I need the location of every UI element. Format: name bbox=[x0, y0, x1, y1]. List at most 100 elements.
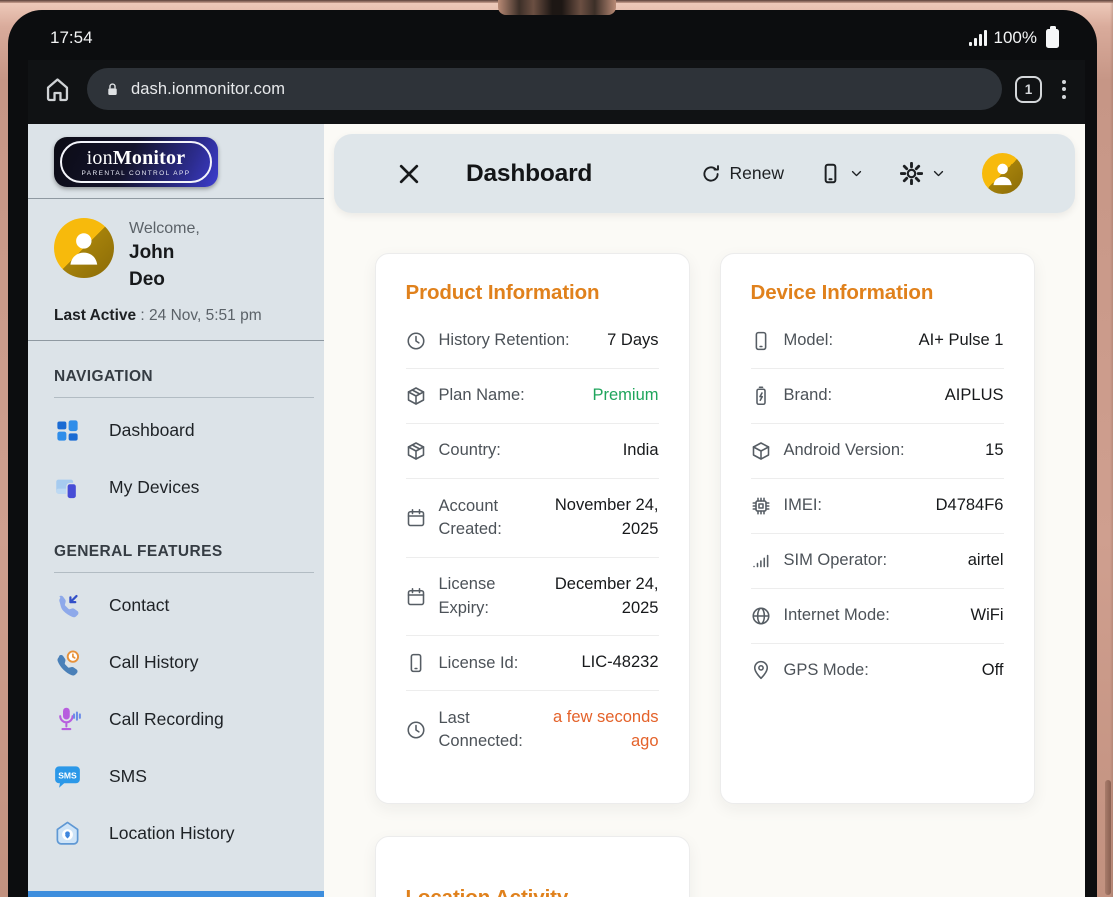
tab-counter[interactable]: 1 bbox=[1015, 76, 1042, 103]
url-bar[interactable]: dash.ionmonitor.com bbox=[87, 68, 1002, 110]
battery-icon bbox=[1046, 29, 1059, 48]
card-title: Product Information bbox=[406, 281, 659, 305]
brand-logo[interactable]: ionMonitor PARENTAL CONTROL APP bbox=[54, 137, 218, 187]
chip-icon bbox=[751, 496, 771, 516]
sidebar-item-my-devices[interactable]: My Devices bbox=[28, 459, 324, 516]
brand-name: ionMonitor bbox=[87, 148, 186, 168]
device-side-button bbox=[1105, 780, 1111, 895]
info-row: Last Connected: a few seconds ago bbox=[406, 691, 659, 769]
gear-icon bbox=[900, 162, 923, 185]
card-title: Location Activity bbox=[406, 886, 659, 897]
browser-toolbar: dash.ionmonitor.com 1 bbox=[28, 60, 1085, 124]
product-information-card: Product Information History Retention: 7… bbox=[375, 253, 690, 804]
section-title-general-features: GENERAL FEATURES bbox=[28, 516, 324, 561]
brand-tagline: PARENTAL CONTROL APP bbox=[82, 171, 191, 178]
user-first-name: John bbox=[129, 240, 200, 265]
info-row: License Expiry: December 24, 2025 bbox=[406, 558, 659, 637]
greeting: Welcome, bbox=[129, 218, 200, 238]
sms-icon: SMS bbox=[54, 763, 81, 790]
sidebar-item-contact[interactable]: Contact bbox=[28, 577, 324, 634]
info-row: Account Created: November 24, 2025 bbox=[406, 479, 659, 558]
status-time: 17:54 bbox=[50, 28, 93, 48]
card-title: Device Information bbox=[751, 281, 1004, 305]
sidebar-item-label: Call History bbox=[109, 652, 198, 673]
page-title: Dashboard bbox=[466, 160, 592, 188]
calendar-icon bbox=[406, 587, 426, 607]
package-icon bbox=[406, 386, 426, 406]
lock-icon bbox=[105, 81, 120, 98]
device-information-card: Device Information Model: AI+ Pulse 1 Br… bbox=[720, 253, 1035, 804]
browser-menu-icon[interactable] bbox=[1055, 80, 1073, 99]
info-row: Country: India bbox=[406, 424, 659, 479]
call-recording-icon bbox=[54, 706, 81, 733]
info-row: IMEI: D4784F6 bbox=[751, 479, 1004, 534]
renew-button[interactable]: Renew bbox=[701, 163, 784, 184]
signal-icon bbox=[751, 551, 771, 571]
location-activity-card: Location Activity bbox=[375, 836, 690, 897]
phone-icon bbox=[820, 163, 841, 184]
clock-icon bbox=[406, 720, 426, 740]
info-row: Model: AI+ Pulse 1 bbox=[751, 314, 1004, 369]
url-text: dash.ionmonitor.com bbox=[131, 80, 285, 99]
call-history-icon bbox=[54, 649, 81, 676]
device-selector-dropdown[interactable] bbox=[820, 163, 864, 184]
phone-icon bbox=[751, 331, 771, 351]
sidebar-item-call-recording[interactable]: Call Recording bbox=[28, 691, 324, 748]
battery-icon bbox=[751, 386, 771, 406]
user-profile: Welcome, John Deo bbox=[28, 199, 324, 294]
globe-icon bbox=[751, 606, 771, 626]
sidebar-item-call-history[interactable]: Call History bbox=[28, 634, 324, 691]
sidebar-item-label: Dashboard bbox=[109, 420, 195, 441]
info-row: License Id: LIC-48232 bbox=[406, 636, 659, 691]
sidebar-item-label: Contact bbox=[109, 595, 169, 616]
dashboard-topbar: Dashboard Renew bbox=[334, 134, 1075, 213]
info-row: Internet Mode: WiFi bbox=[751, 589, 1004, 644]
sidebar-item-label: My Devices bbox=[109, 477, 199, 498]
chevron-down-icon bbox=[849, 166, 864, 181]
sidebar-item-sms[interactable]: SMS SMS bbox=[28, 748, 324, 805]
sidebar-item-label: Location History bbox=[109, 823, 234, 844]
main-content: Dashboard Renew bbox=[324, 124, 1085, 897]
package-icon bbox=[406, 441, 426, 461]
info-row: Brand: AIPLUS bbox=[751, 369, 1004, 424]
webview: ionMonitor PARENTAL CONTROL APP Welcome,… bbox=[28, 124, 1085, 897]
sidebar: ionMonitor PARENTAL CONTROL APP Welcome,… bbox=[28, 124, 324, 897]
sidebar-item-label: Call Recording bbox=[109, 709, 224, 730]
chevron-down-icon bbox=[931, 166, 946, 181]
info-row: GPS Mode: Off bbox=[751, 644, 1004, 698]
section-title-navigation: NAVIGATION bbox=[28, 341, 324, 386]
close-icon[interactable] bbox=[396, 161, 422, 187]
info-row: SIM Operator: airtel bbox=[751, 534, 1004, 589]
sidebar-bottom-strip bbox=[28, 891, 324, 897]
signal-strength-icon bbox=[969, 30, 987, 46]
divider bbox=[54, 572, 314, 573]
settings-dropdown[interactable] bbox=[900, 162, 946, 185]
package-icon bbox=[751, 441, 771, 461]
info-row: History Retention: 7 Days bbox=[406, 314, 659, 369]
contact-icon bbox=[54, 592, 81, 619]
devices-icon bbox=[54, 474, 81, 501]
phone-icon bbox=[406, 653, 426, 673]
battery-percent: 100% bbox=[994, 28, 1037, 48]
divider bbox=[54, 397, 314, 398]
status-bar: 17:54 100% bbox=[28, 10, 1085, 60]
account-avatar[interactable] bbox=[982, 153, 1023, 194]
location-history-icon bbox=[54, 820, 81, 847]
user-avatar bbox=[54, 218, 114, 278]
device-screen: 17:54 100% dash.ionmonitor.com 1 io bbox=[8, 10, 1097, 897]
sidebar-item-dashboard[interactable]: Dashboard bbox=[28, 402, 324, 459]
last-active: Last Active : 24 Nov, 5:51 pm bbox=[28, 294, 324, 340]
calendar-icon bbox=[406, 508, 426, 528]
info-row: Plan Name: Premium bbox=[406, 369, 659, 424]
sidebar-item-location-history[interactable]: Location History bbox=[28, 805, 324, 862]
info-row: Android Version: 15 bbox=[751, 424, 1004, 479]
clock-icon bbox=[406, 331, 426, 351]
pin-icon bbox=[751, 660, 771, 680]
dashboard-icon bbox=[54, 417, 81, 444]
device-hinge bbox=[498, 0, 616, 15]
user-last-name: Deo bbox=[129, 267, 200, 292]
home-button[interactable] bbox=[40, 72, 74, 106]
svg-text:SMS: SMS bbox=[58, 770, 77, 780]
sidebar-item-label: SMS bbox=[109, 766, 147, 787]
refresh-icon bbox=[701, 164, 721, 184]
